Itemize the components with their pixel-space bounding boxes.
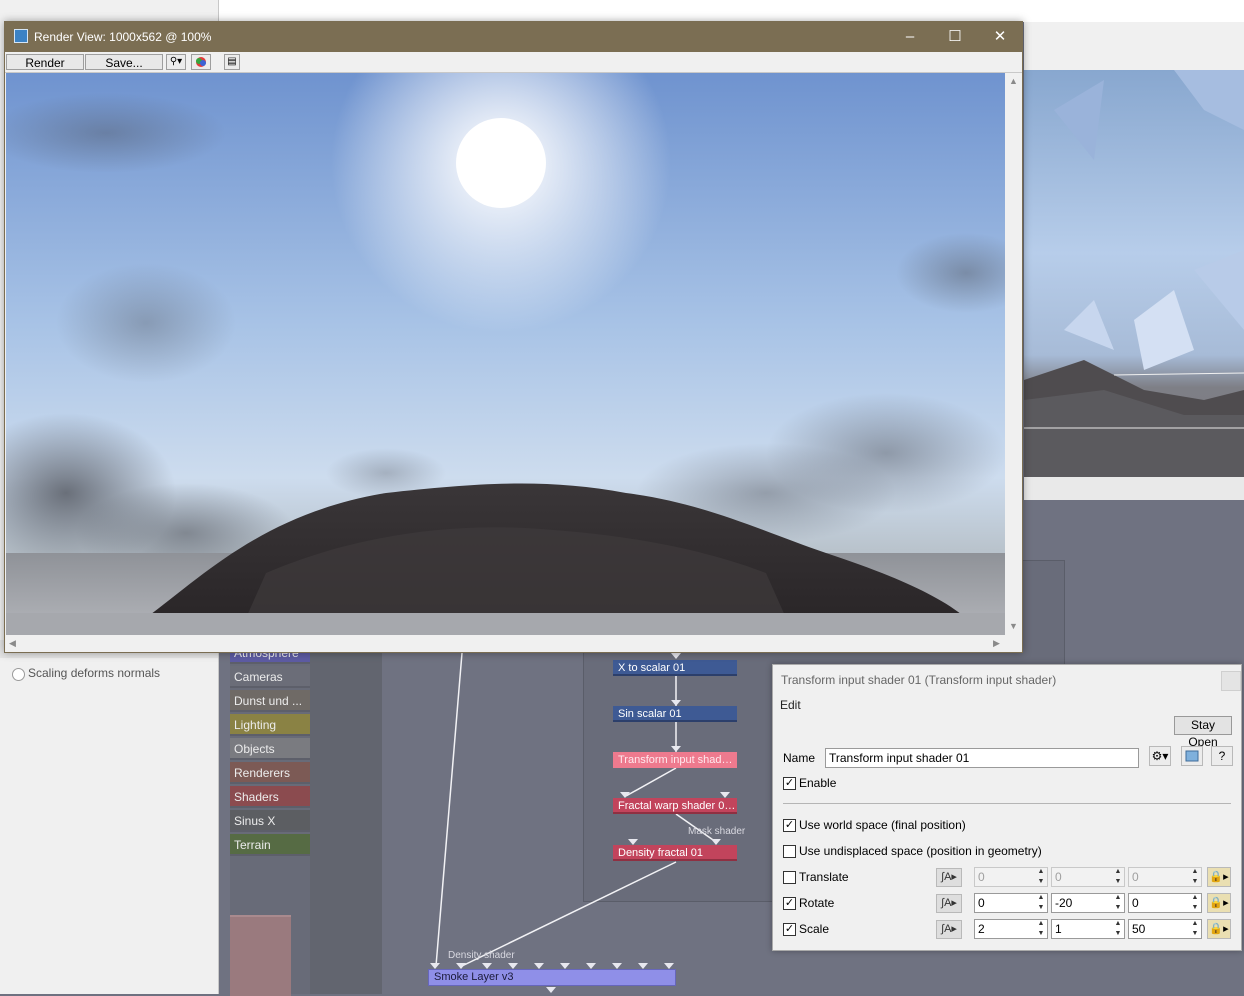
spin-arrows[interactable]: ▲ ▼ bbox=[1190, 893, 1200, 913]
spin-arrows[interactable]: ▲ ▼ bbox=[1036, 919, 1046, 939]
3d-preview-footer bbox=[1024, 477, 1244, 500]
node-input-port[interactable] bbox=[456, 963, 466, 969]
undisplaced-space-checkbox[interactable] bbox=[783, 845, 796, 858]
undisplaced-space-label: Use undisplaced space (position in geome… bbox=[799, 844, 1042, 858]
spin-arrows[interactable]: ▲ ▼ bbox=[1036, 893, 1046, 913]
dialog-title: Transform input shader 01 (Transform inp… bbox=[781, 673, 1057, 687]
render-button[interactable]: Render bbox=[6, 54, 84, 70]
dialog-close-button[interactable] bbox=[1221, 671, 1241, 691]
spin-arrows[interactable]: ▲ ▼ bbox=[1113, 867, 1123, 887]
gear-icon[interactable]: ⚙▾ bbox=[1149, 746, 1171, 766]
rotate-label: Rotate bbox=[799, 896, 835, 910]
node-input-port[interactable] bbox=[671, 653, 681, 659]
node-input-port[interactable] bbox=[720, 792, 730, 798]
density-shader-port-label: Density shader bbox=[448, 950, 515, 961]
edit-menu[interactable]: Edit bbox=[780, 698, 801, 712]
document-icon[interactable]: ▤ bbox=[224, 54, 240, 70]
world-space-checkbox[interactable]: ✓ bbox=[783, 819, 796, 832]
lock-icon[interactable]: 🔒▸ bbox=[1207, 919, 1231, 939]
preview-icon[interactable] bbox=[1181, 746, 1203, 766]
node-input-port[interactable] bbox=[430, 963, 440, 969]
node-input-port[interactable] bbox=[482, 963, 492, 969]
translate-checkbox[interactable] bbox=[783, 871, 796, 884]
spin-arrows[interactable]: ▲ ▼ bbox=[1113, 893, 1123, 913]
node-fractal-warp-shader[interactable]: Fractal warp shader 02... bbox=[613, 798, 737, 814]
lock-icon[interactable]: 🔒▸ bbox=[1207, 893, 1231, 913]
background-window-header bbox=[1024, 22, 1244, 70]
node-input-port[interactable] bbox=[620, 792, 630, 798]
node-smoke-layer[interactable]: Smoke Layer v3 bbox=[428, 969, 676, 986]
render-toolbar: Render Save... ⚲▾ ▤ bbox=[5, 52, 1022, 73]
save-button[interactable]: Save... bbox=[85, 54, 163, 70]
node-transform-input-shader[interactable]: Transform input shader... bbox=[613, 752, 737, 768]
scale-label: Scale bbox=[799, 922, 830, 936]
node-x-to-scalar[interactable]: X to scalar 01 bbox=[613, 660, 737, 676]
dialog-separator bbox=[783, 803, 1231, 804]
render-scene-graphic bbox=[6, 73, 1005, 635]
color-wheel-icon[interactable] bbox=[191, 54, 211, 70]
enable-checkbox[interactable]: ✓ bbox=[783, 777, 796, 790]
terrain-preview-graphic bbox=[1024, 70, 1244, 477]
node-input-port[interactable] bbox=[560, 963, 570, 969]
spin-arrows[interactable]: ▲ ▼ bbox=[1113, 919, 1123, 939]
enable-label: Enable bbox=[799, 776, 837, 790]
node-output-port[interactable] bbox=[546, 987, 556, 993]
render-view-window: Render View: 1000x562 @ 100% – ☐ ✕ Rende… bbox=[4, 21, 1023, 653]
stay-open-button[interactable]: Stay Open bbox=[1174, 716, 1232, 749]
name-input[interactable]: Transform input shader 01 bbox=[825, 748, 1139, 768]
spin-arrows[interactable]: ▲ ▼ bbox=[1190, 867, 1200, 887]
name-label: Name bbox=[783, 751, 816, 765]
node-input-port[interactable] bbox=[628, 839, 638, 845]
curve-icon[interactable]: ∫A▸ bbox=[936, 868, 962, 887]
close-button[interactable]: ✕ bbox=[977, 22, 1023, 52]
node-input-port[interactable] bbox=[671, 746, 681, 752]
vertical-scrollbar[interactable]: ▲ ▼ bbox=[1005, 73, 1021, 635]
translate-label: Translate bbox=[799, 870, 849, 884]
node-input-port[interactable] bbox=[612, 963, 622, 969]
mask-shader-port-label: Mask shader bbox=[688, 826, 746, 837]
render-window-titlebar[interactable]: Render View: 1000x562 @ 100% – ☐ ✕ bbox=[5, 22, 1022, 52]
spin-arrows[interactable]: ▲ ▼ bbox=[1036, 867, 1046, 887]
transform-shader-dialog: Transform input shader 01 (Transform inp… bbox=[772, 664, 1242, 951]
minimize-button[interactable]: – bbox=[887, 22, 933, 52]
maximize-button[interactable]: ☐ bbox=[932, 22, 978, 52]
rendered-image[interactable] bbox=[6, 73, 1005, 635]
magnifier-icon[interactable]: ⚲▾ bbox=[166, 54, 186, 70]
curve-icon[interactable]: ∫A▸ bbox=[936, 920, 962, 939]
node-input-port[interactable] bbox=[534, 963, 544, 969]
spin-arrows[interactable]: ▲ ▼ bbox=[1190, 919, 1200, 939]
world-space-label: Use world space (final position) bbox=[799, 818, 966, 832]
node-input-port[interactable] bbox=[508, 963, 518, 969]
node-input-port[interactable] bbox=[711, 839, 721, 845]
help-button[interactable]: ? bbox=[1211, 746, 1233, 766]
horizontal-scrollbar[interactable]: ◀ ▶ bbox=[5, 635, 1005, 652]
app-logo-icon bbox=[14, 29, 28, 43]
rotate-checkbox[interactable]: ✓ bbox=[783, 897, 796, 910]
scale-checkbox[interactable]: ✓ bbox=[783, 923, 796, 936]
node-sin-scalar[interactable]: Sin scalar 01 bbox=[613, 706, 737, 722]
node-input-port[interactable] bbox=[664, 963, 674, 969]
node-input-port[interactable] bbox=[638, 963, 648, 969]
node-input-port[interactable] bbox=[586, 963, 596, 969]
node-input-port[interactable] bbox=[671, 700, 681, 706]
node-density-fractal[interactable]: Density fractal 01 bbox=[613, 845, 737, 861]
render-window-title: Render View: 1000x562 @ 100% bbox=[34, 30, 212, 44]
3d-preview-viewport[interactable] bbox=[1024, 70, 1244, 477]
lock-icon[interactable]: 🔒▸ bbox=[1207, 867, 1231, 887]
curve-icon[interactable]: ∫A▸ bbox=[936, 894, 962, 913]
